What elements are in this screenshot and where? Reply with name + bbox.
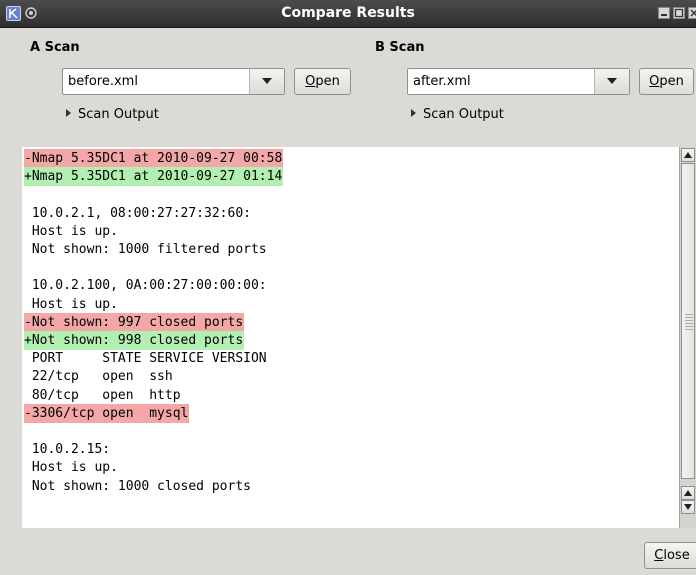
scroll-down-icon[interactable] (681, 500, 695, 514)
a-scan-open-button[interactable]: Open (294, 68, 351, 95)
vertical-scrollbar[interactable] (679, 147, 696, 528)
close-mnemonic: C (654, 548, 664, 563)
diff-line: 80/tcp open http (24, 387, 181, 403)
open-mnemonic: O (649, 74, 660, 89)
diff-line: Not shown: 1000 filtered ports (24, 242, 267, 257)
open-label-rest: pen (659, 74, 684, 89)
diff-line (24, 258, 25, 277)
diff-line: Host is up. (24, 460, 118, 476)
grip-icon (685, 314, 693, 332)
b-scan-file-combo[interactable]: after.xml (407, 68, 630, 95)
open-mnemonic: O (305, 74, 316, 89)
open-label-rest: pen (315, 74, 340, 89)
close-window-icon[interactable] (688, 7, 696, 19)
diff-line-removed: -3306/tcp open mysql (24, 403, 190, 423)
b-scan-file-entry[interactable]: after.xml (413, 69, 471, 94)
diff-line-added: +Not shown: 998 closed ports (24, 331, 245, 350)
diff-line-added: +Nmap 5.35DC1 at 2010-09-27 01:14 (24, 167, 284, 187)
maximize-icon[interactable] (673, 7, 685, 19)
diff-line: Host is up. (24, 223, 118, 239)
close-label-rest: lose (663, 548, 690, 563)
diff-line: 10.0.2.15: (24, 442, 111, 458)
scrollbar-thumb[interactable] (681, 163, 695, 479)
diff-line: Host is up. (24, 296, 118, 312)
expander-label: Scan Output (78, 107, 159, 122)
diff-text-view[interactable]: -Nmap 5.35DC1 at 2010-09-27 00:58 +Nmap 5… (22, 147, 679, 528)
close-button[interactable]: Close (644, 542, 696, 569)
b-scan-dropdown-button[interactable] (595, 69, 629, 94)
a-scan-file-entry[interactable]: before.xml (68, 69, 138, 94)
a-scan-file-combo[interactable]: before.xml (62, 68, 285, 95)
expander-arrow-icon (66, 109, 71, 117)
diff-line: Not shown: 1000 closed ports (24, 478, 251, 494)
diff-line (24, 422, 25, 441)
diff-line: 22/tcp open ssh (24, 369, 173, 385)
diff-line: 10.0.2.100, 0A:00:27:00:00:00: (24, 278, 267, 294)
dropdown-arrow-icon (262, 78, 272, 84)
diff-line-removed: -Not shown: 997 closed ports (24, 312, 245, 332)
scroll-up-icon[interactable] (681, 486, 695, 500)
title-bar[interactable]: Compare Results (0, 0, 696, 28)
a-scan-output-expander[interactable]: Scan Output (66, 107, 159, 122)
compare-results-window: Compare Results A Scan before.xml Open S… (0, 0, 696, 575)
dropdown-arrow-icon (607, 78, 617, 84)
diff-line-removed: -Nmap 5.35DC1 at 2010-09-27 00:58 (24, 149, 284, 168)
b-scan-open-button[interactable]: Open (639, 68, 694, 95)
a-scan-label: A Scan (30, 40, 80, 55)
scroll-up-icon[interactable] (681, 148, 695, 162)
expander-arrow-icon (411, 109, 416, 117)
diff-line (24, 185, 25, 204)
diff-line: PORT STATE SERVICE VERSION (24, 351, 267, 367)
b-scan-output-expander[interactable]: Scan Output (411, 107, 504, 122)
expander-label: Scan Output (423, 107, 504, 122)
minimize-icon[interactable] (658, 7, 670, 19)
a-scan-dropdown-button[interactable] (250, 69, 284, 94)
b-scan-label: B Scan (375, 40, 425, 55)
diff-line: 10.0.2.1, 08:00:27:27:32:60: (24, 205, 251, 221)
window-title: Compare Results (281, 5, 415, 21)
